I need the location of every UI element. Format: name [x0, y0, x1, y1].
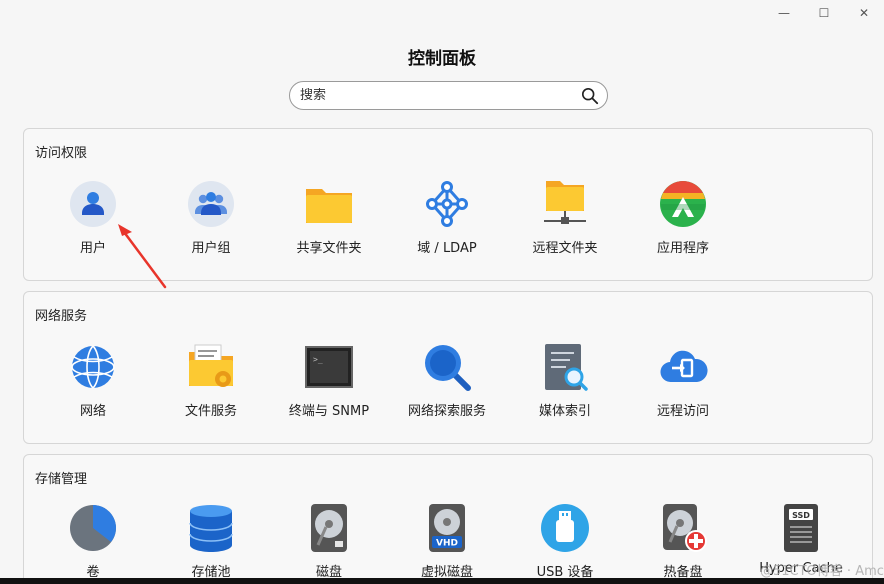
- volume-pie-icon: [68, 503, 118, 553]
- minimize-button[interactable]: —: [764, 0, 804, 26]
- item-shared-folder[interactable]: 共享文件夹: [270, 179, 388, 256]
- item-label: 远程文件夹: [532, 241, 598, 256]
- section-title: 网络服务: [35, 309, 88, 324]
- item-user-group[interactable]: 用户组: [152, 179, 270, 256]
- section-access-rights: 访问权限 用户 用户组 共享文件夹 域 / LDAP 远程文件夹 应用程序: [23, 128, 873, 281]
- item-usb-device[interactable]: USB 设备: [506, 503, 624, 580]
- item-terminal-snmp[interactable]: >_ 终端与 SNMP: [270, 342, 388, 419]
- storage-pool-icon: [186, 503, 236, 553]
- item-label: 文件服务: [184, 404, 237, 419]
- media-index-icon: [540, 342, 590, 392]
- section-title: 访问权限: [35, 146, 88, 161]
- section-title: 存储管理: [35, 472, 88, 487]
- terminal-icon: >_: [304, 342, 354, 392]
- usb-device-icon: [540, 503, 590, 553]
- virtual-disk-icon: VHD: [422, 503, 472, 553]
- item-volume[interactable]: 卷: [34, 503, 152, 580]
- search-input[interactable]: [300, 88, 581, 103]
- item-hot-spare[interactable]: 热备盘: [624, 503, 742, 580]
- item-network[interactable]: 网络: [34, 342, 152, 419]
- item-disk[interactable]: 磁盘: [270, 503, 388, 580]
- item-label: 应用程序: [656, 241, 709, 256]
- watermark: @51CTO博客 · Amcontec: [760, 564, 884, 579]
- item-label: 网络探索服务: [407, 404, 486, 419]
- svg-text:>_: >_: [313, 355, 323, 364]
- close-button[interactable]: ✕: [844, 0, 884, 26]
- item-label: 远程访问: [656, 404, 709, 419]
- section-storage-management: 存储管理 卷 存储池 磁盘 VHD 虚拟磁盘 USB 设备 热备盘 SSD Hy…: [23, 454, 873, 584]
- item-virtual-disk[interactable]: VHD 虚拟磁盘: [388, 503, 506, 580]
- shared-folder-icon: [304, 179, 354, 229]
- user-group-icon: [186, 179, 236, 229]
- section-network-services: 网络服务 网络 文件服务 >_ 终端与 SNMP 网络探索服务 媒体索引 远程访…: [23, 291, 873, 444]
- window-controls: — ☐ ✕: [754, 0, 884, 26]
- item-label: 用户组: [191, 241, 231, 256]
- item-label: 用户: [79, 241, 106, 256]
- maximize-button[interactable]: ☐: [804, 0, 844, 26]
- ssd-text: SSD: [792, 511, 810, 520]
- item-remote-folder[interactable]: 远程文件夹: [506, 179, 624, 256]
- user-icon: [68, 179, 118, 229]
- disk-icon: [304, 503, 354, 553]
- page-title: 控制面板: [408, 49, 476, 69]
- item-label: 域 / LDAP: [417, 241, 477, 256]
- item-label: 共享文件夹: [296, 241, 362, 256]
- applications-icon: [658, 179, 708, 229]
- taskbar: [0, 578, 884, 584]
- item-storage-pool[interactable]: 存储池: [152, 503, 270, 580]
- remote-access-icon: [658, 342, 708, 392]
- item-domain-ldap[interactable]: 域 / LDAP: [388, 179, 506, 256]
- item-remote-access[interactable]: 远程访问: [624, 342, 742, 419]
- item-file-services[interactable]: 文件服务: [152, 342, 270, 419]
- hot-spare-icon: [658, 503, 708, 553]
- item-user[interactable]: 用户: [34, 179, 152, 256]
- item-label: 网络: [79, 404, 106, 419]
- remote-folder-icon: [540, 179, 590, 229]
- search-icon[interactable]: [581, 87, 599, 105]
- item-media-index[interactable]: 媒体索引: [506, 342, 624, 419]
- item-label: 终端与 SNMP: [288, 404, 370, 419]
- file-services-icon: [186, 342, 236, 392]
- search-box[interactable]: [289, 81, 608, 110]
- vhd-text: VHD: [436, 539, 458, 549]
- ssd-cache-icon: SSD: [776, 503, 826, 553]
- item-label: 媒体索引: [538, 404, 591, 419]
- network-discovery-icon: [422, 342, 472, 392]
- domain-ldap-icon: [422, 179, 472, 229]
- network-globe-icon: [68, 342, 118, 392]
- item-applications[interactable]: 应用程序: [624, 179, 742, 256]
- item-network-discovery[interactable]: 网络探索服务: [388, 342, 506, 419]
